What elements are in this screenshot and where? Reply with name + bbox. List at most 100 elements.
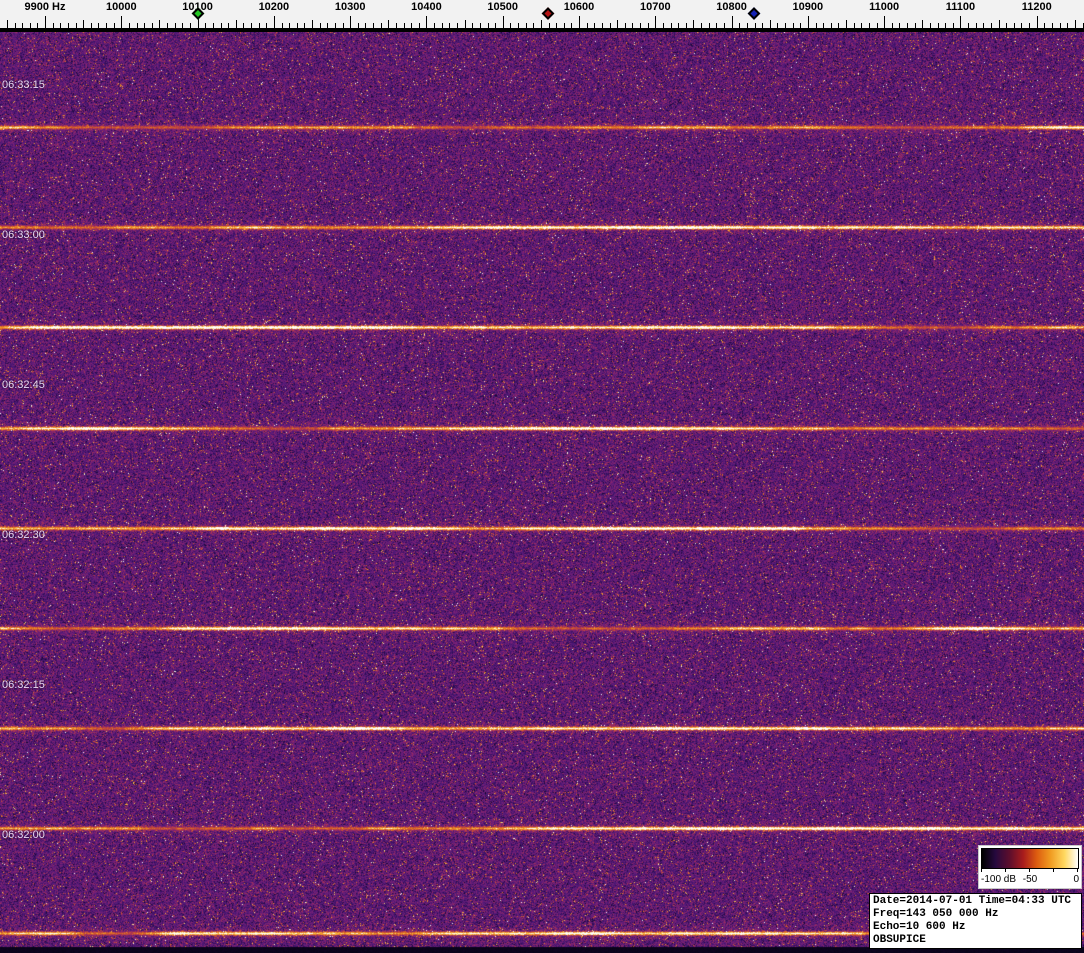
ruler-tick: [327, 23, 329, 28]
color-gradient-bar: [981, 848, 1079, 869]
ruler-tick: [891, 23, 893, 28]
color-scale-legend: -100 dB -50 0: [978, 845, 1082, 889]
ruler-tick: [14, 23, 16, 28]
ruler-tick: [571, 23, 573, 28]
ruler-tick: [144, 23, 146, 28]
freq-label-11000: 11000: [869, 1, 900, 13]
time-label: 06:32:30: [2, 529, 45, 541]
ruler-tick: [113, 23, 115, 28]
time-label: 06:32:00: [2, 829, 45, 841]
scale-label-mid: -50: [1022, 874, 1038, 885]
ruler-tick: [785, 23, 786, 28]
ruler-tick: [540, 20, 542, 28]
ruler-tick: [128, 23, 130, 28]
ruler-tick: [952, 23, 954, 28]
ruler-tick: [685, 23, 687, 28]
ruler-tick: [617, 20, 619, 28]
ruler-tick: [37, 23, 39, 28]
time-label: 06:32:15: [2, 679, 45, 691]
ruler-tick: [708, 23, 710, 28]
time-label: 06:33:00: [2, 229, 45, 241]
ruler-tick: [876, 23, 878, 28]
info-echo-frequency: Echo=10 600 Hz: [873, 921, 966, 933]
color-scale-tick: [981, 868, 982, 872]
freq-label-10800: 10800: [716, 1, 747, 13]
ruler-tick: [1006, 23, 1008, 28]
ruler-tick: [662, 23, 664, 28]
time-label: 06:33:15: [2, 79, 45, 91]
color-scale-tick: [1077, 868, 1078, 872]
ruler-tick: [22, 23, 24, 28]
ruler-tick: [121, 16, 123, 28]
freq-label-10600: 10600: [563, 1, 595, 13]
ruler-tick: [220, 23, 222, 28]
ruler-tick: [548, 23, 550, 28]
ruler-tick: [815, 23, 817, 28]
waterfall-display[interactable]: 06:33:15 06:33:00 06:32:45 06:32:30 06:32:15…: [0, 32, 1084, 953]
ruler-tick: [373, 23, 374, 28]
ruler-tick: [418, 23, 420, 28]
ruler-tick: [228, 23, 230, 28]
ruler-tick: [266, 23, 268, 28]
ruler-tick: [601, 23, 603, 28]
ruler-tick: [151, 23, 153, 28]
freq-label-10200: 10200: [258, 1, 290, 13]
ruler-tick: [624, 23, 626, 28]
ruler-tick: [434, 23, 436, 28]
ruler-tick: [640, 23, 641, 28]
ruler-tick: [907, 23, 908, 28]
freq-label-10900: 10900: [792, 1, 824, 13]
ruler-tick: [853, 23, 855, 28]
ruler-tick: [579, 16, 580, 28]
info-rx-frequency: Freq=143 050 000 Hz: [873, 908, 999, 920]
spectrogram-canvas[interactable]: [0, 32, 1084, 953]
ruler-tick: [701, 23, 703, 28]
ruler-tick: [281, 23, 283, 28]
ruler-tick: [205, 23, 207, 28]
ruler-tick: [449, 23, 451, 28]
frequency-marker-blue[interactable]: [748, 7, 761, 20]
time-label: 06:32:45: [2, 379, 45, 391]
ruler-tick: [960, 16, 962, 28]
freq-label-11100: 11100: [945, 1, 976, 13]
ruler-tick: [754, 23, 756, 28]
ruler-tick: [90, 23, 92, 28]
ruler-tick: [83, 20, 85, 28]
freq-label-10700: 10700: [639, 1, 671, 13]
ruler-tick: [159, 20, 161, 28]
ruler-tick: [990, 23, 992, 28]
ruler-tick: [52, 23, 54, 28]
ruler-tick: [502, 16, 504, 28]
ruler-tick: [693, 20, 695, 28]
ruler-tick: [868, 23, 870, 28]
ruler-tick: [1021, 23, 1023, 28]
ruler-tick: [510, 23, 512, 28]
ruler-tick: [769, 20, 771, 28]
ruler-tick: [1074, 20, 1076, 28]
ruler-tick: [670, 23, 672, 28]
ruler-tick: [777, 23, 779, 28]
ruler-tick: [1029, 23, 1031, 28]
info-box: Date=2014-07-01 Time=04:33 UTC Freq=143 …: [869, 893, 1082, 949]
ruler-tick: [273, 16, 275, 28]
ruler-tick: [716, 23, 718, 28]
ruler-tick: [106, 23, 107, 28]
ruler-tick: [395, 23, 397, 28]
ruler-tick: [251, 23, 252, 28]
freq-label-9900: 9900 Hz: [24, 1, 66, 13]
ruler-tick: [487, 23, 489, 28]
ruler-tick: [723, 23, 725, 28]
ruler-tick: [350, 16, 352, 28]
ruler-tick: [655, 16, 657, 28]
ruler-tick: [838, 23, 840, 28]
ruler-tick: [380, 23, 382, 28]
ruler-tick: [678, 23, 680, 28]
ruler-tick: [807, 16, 809, 28]
frequency-marker-red[interactable]: [542, 7, 555, 20]
frequency-ruler[interactable]: 9900 Hz100001010010200103001040010500106…: [0, 0, 1084, 32]
ruler-tick: [296, 23, 298, 28]
ruler-tick: [899, 23, 901, 28]
scale-label-max: 0: [1073, 874, 1079, 885]
ruler-tick: [1082, 23, 1084, 28]
ruler-tick: [136, 23, 138, 28]
